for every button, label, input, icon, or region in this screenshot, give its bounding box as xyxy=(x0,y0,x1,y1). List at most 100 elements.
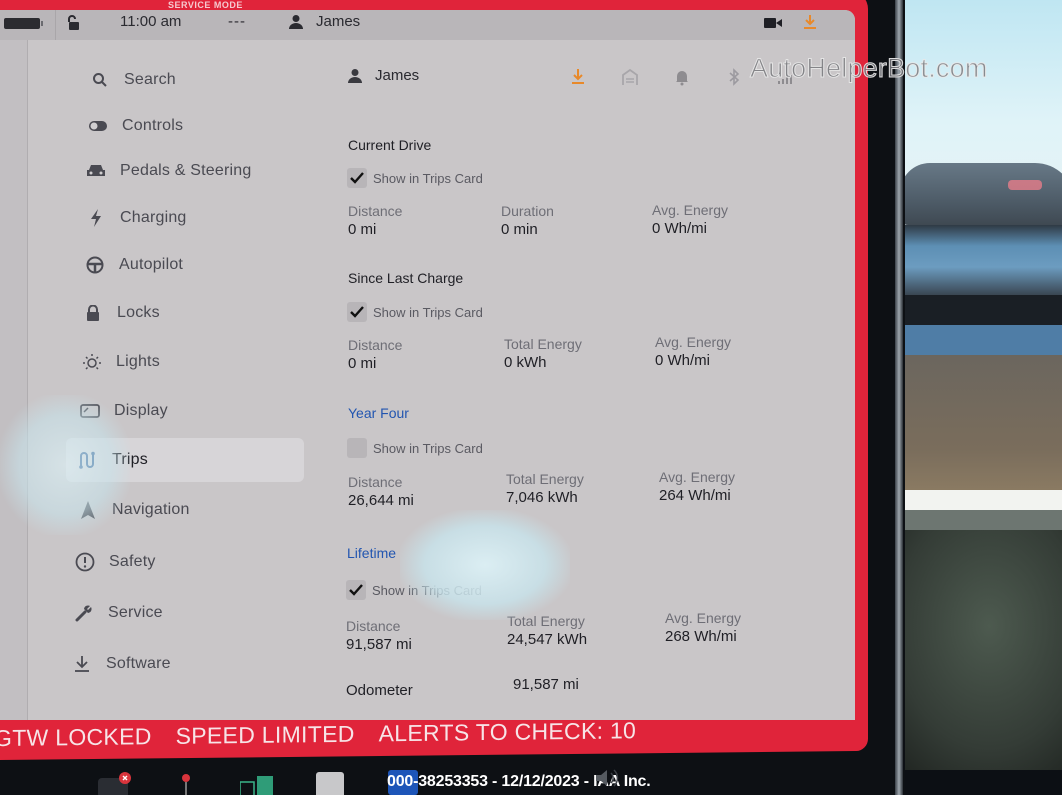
navigation-arrow-icon xyxy=(78,500,98,520)
sidebar-item-safety[interactable]: Safety xyxy=(75,540,295,584)
outside-temperature: --- xyxy=(228,13,246,30)
stat-current-drive-avg-energy: Avg. Energy 0 Wh/mi xyxy=(652,202,728,237)
garage-icon[interactable] xyxy=(621,68,639,86)
sidebar-item-locks[interactable]: Locks xyxy=(83,291,303,335)
volume-icon[interactable] xyxy=(594,767,624,789)
stat-value: 0 mi xyxy=(348,221,377,238)
watermark: AutoHelperBot.com xyxy=(750,53,988,84)
stat-value: 91,587 mi xyxy=(513,676,579,693)
sidebar-item-label: Pedals & Steering xyxy=(120,162,252,179)
stat-value: 0 Wh/mi xyxy=(652,220,708,237)
bluetooth-icon[interactable] xyxy=(725,68,743,86)
alert-count[interactable]: ALERTS TO CHECK: 10 xyxy=(379,717,637,747)
sidebar-item-software[interactable]: Software xyxy=(72,642,292,686)
checkbox-label: Show in Trips Card xyxy=(373,170,483,186)
software-update-icon[interactable] xyxy=(803,14,817,30)
checkbox[interactable] xyxy=(347,438,367,458)
section-title-lifetime[interactable]: Lifetime xyxy=(347,545,396,561)
stat-value: 26,644 mi xyxy=(348,492,414,509)
stat-label: Avg. Energy xyxy=(659,469,736,485)
alert-circle-icon xyxy=(75,552,95,572)
touchscreen: 11:00 am --- James Search Controls Pedal… xyxy=(0,10,855,720)
stat-value: 264 Wh/mi xyxy=(659,487,731,504)
show-in-trips-card-checkbox-lifetime[interactable]: Show in Trips Card xyxy=(346,580,482,600)
sidebar-item-trips[interactable]: Trips xyxy=(66,438,304,482)
stat-value: 0 kWh xyxy=(504,354,547,371)
wrench-icon xyxy=(74,603,94,623)
stat-label: Distance xyxy=(348,337,403,353)
dock-toybox-icon[interactable] xyxy=(178,772,194,795)
checkbox-label: Show in Trips Card xyxy=(373,440,483,456)
stat-year-four-distance: Distance 26,644 mi xyxy=(348,474,414,509)
dock-camera-app-icon[interactable] xyxy=(98,772,138,795)
checkbox[interactable] xyxy=(346,580,366,600)
dashboard-light-strip xyxy=(880,490,1062,510)
checkbox[interactable] xyxy=(347,302,367,322)
checkbox[interactable] xyxy=(347,168,367,188)
checkmark-icon xyxy=(350,172,364,184)
dock-calendar-icon[interactable] xyxy=(316,772,346,795)
stat-year-four-total-energy: Total Energy 7,046 kWh xyxy=(506,471,584,506)
unlocked-padlock-icon[interactable] xyxy=(66,15,80,31)
stat-label: Distance xyxy=(346,618,401,634)
sidebar-item-label: Navigation xyxy=(112,501,190,518)
highway-barrier xyxy=(880,225,1062,295)
sidebar-item-search[interactable]: Search xyxy=(90,58,310,102)
odometer-value: 91,587 mi xyxy=(513,674,579,693)
sidebar-item-controls[interactable]: Controls xyxy=(88,104,308,148)
sidebar-item-charging[interactable]: Charging xyxy=(86,196,306,240)
section-title-current-drive: Current Drive xyxy=(348,137,432,153)
dock-apps-icon[interactable] xyxy=(239,772,276,795)
sidebar-item-service[interactable]: Service xyxy=(74,591,294,635)
show-in-trips-card-checkbox-since-last-charge[interactable]: Show in Trips Card xyxy=(347,302,483,322)
odometer-label: Odometer xyxy=(346,680,413,699)
sidebar-item-lights[interactable]: Lights xyxy=(82,340,302,384)
download-icon[interactable] xyxy=(569,68,587,86)
stat-value: 268 Wh/mi xyxy=(665,628,737,645)
toggle-icon xyxy=(88,116,108,136)
sidebar-item-pedals-steering[interactable]: Pedals & Steering xyxy=(86,149,316,193)
dashcam-icon[interactable] xyxy=(764,17,782,29)
show-in-trips-card-checkbox-year-four[interactable]: Show in Trips Card xyxy=(347,438,483,458)
trips-panel: James Current Drive Show in Trips Card D… xyxy=(330,40,850,720)
lightning-icon xyxy=(86,208,106,228)
stat-since-last-charge-distance: Distance 0 mi xyxy=(348,337,402,372)
sun-icon xyxy=(82,352,102,372)
settings-sidebar: Search Controls Pedals & Steering Chargi… xyxy=(0,40,320,720)
stat-lifetime-total-energy: Total Energy 24,547 kWh xyxy=(507,613,587,648)
stat-lifetime-distance: Distance 91,587 mi xyxy=(346,618,412,653)
stat-value: 0 mi xyxy=(348,355,377,372)
dashboard-stripe xyxy=(880,295,1062,325)
profile-name[interactable]: James xyxy=(375,67,419,84)
driver-profile-name[interactable]: James xyxy=(316,13,360,30)
checkmark-icon xyxy=(349,584,363,596)
sidebar-item-label: Autopilot xyxy=(119,256,184,273)
sidebar-item-autopilot[interactable]: Autopilot xyxy=(85,243,305,287)
sidebar-item-label: Charging xyxy=(120,209,187,226)
stat-value: 0 min xyxy=(501,221,538,238)
stat-label: Distance xyxy=(348,474,403,490)
sidebar-item-label: Trips xyxy=(112,451,148,468)
bell-icon[interactable] xyxy=(673,68,691,86)
stat-current-drive-duration: Duration 0 min xyxy=(501,203,554,238)
stat-label: Total Energy xyxy=(504,336,582,352)
sidebar-item-display[interactable]: Display xyxy=(80,389,300,433)
sidebar-item-label: Display xyxy=(114,402,168,419)
display-icon xyxy=(80,401,100,421)
stat-value: 0 Wh/mi xyxy=(655,352,711,369)
sidebar-item-label: Search xyxy=(124,71,176,88)
show-in-trips-card-checkbox-current-drive[interactable]: Show in Trips Card xyxy=(347,168,483,188)
status-divider xyxy=(55,10,56,40)
alert-speed-limited: SPEED LIMITED xyxy=(175,720,355,749)
stat-label: Total Energy xyxy=(507,613,585,629)
dashboard-lower xyxy=(880,530,1062,770)
stat-year-four-avg-energy: Avg. Energy 264 Wh/mi xyxy=(659,469,735,504)
section-title-year-four[interactable]: Year Four xyxy=(348,405,409,421)
stat-label: Odometer xyxy=(346,682,413,699)
sidebar-item-label: Software xyxy=(106,655,171,672)
user-profile-icon[interactable] xyxy=(348,68,362,84)
stat-label: Duration xyxy=(501,203,554,219)
sidebar-item-navigation[interactable]: Navigation xyxy=(78,488,298,532)
checkmark-icon xyxy=(350,306,364,318)
user-profile-icon[interactable] xyxy=(289,14,303,30)
